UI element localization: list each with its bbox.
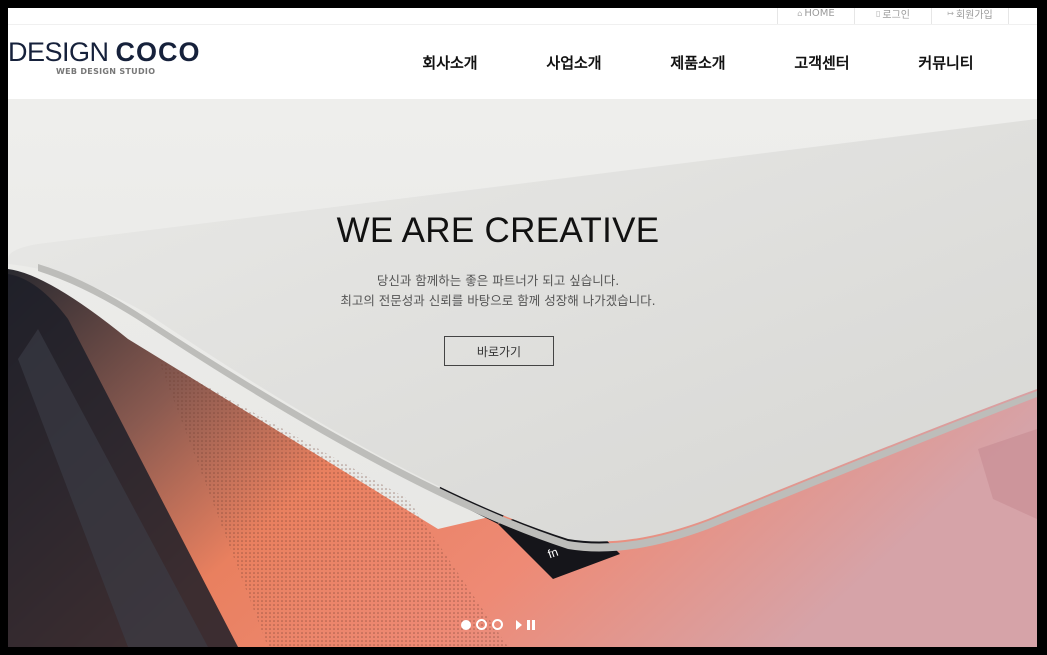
page-frame: ⌂ HOME ▯ 로그인 ↦ 회원가입 DESIGN COCO WEB DESI… [8,8,1037,647]
signup-icon: ↦ [947,8,954,18]
pause-icon[interactable] [527,619,535,630]
hero-title: WE ARE CREATIVE [336,211,660,250]
home-icon: ⌂ [797,8,803,18]
signup-link[interactable]: ↦ 회원가입 [931,8,1009,24]
logo[interactable]: DESIGN COCO WEB DESIGN STUDIO [8,37,208,76]
go-button[interactable]: 바로가기 [444,336,554,366]
nav-item-products[interactable]: 제품소개 [636,25,760,99]
slide-dot-1[interactable] [461,619,471,630]
logo-text: DESIGN COCO [8,37,208,67]
utility-links: ⌂ HOME ▯ 로그인 ↦ 회원가입 [777,8,1009,24]
utility-bar: ⌂ HOME ▯ 로그인 ↦ 회원가입 [8,8,1037,25]
lock-icon: ▯ [875,8,881,18]
signup-link-label: 회원가입 [955,9,993,21]
logo-text-light: DESIGN [8,37,116,67]
play-icon[interactable] [516,619,522,630]
main-nav: 회사소개 사업소개 제품소개 고객센터 커뮤니티 [388,25,1008,99]
hero-description: 당신과 함께하는 좋은 파트너가 되고 싶습니다. 최고의 전문성과 신뢰를 바… [8,271,988,311]
nav-item-community[interactable]: 커뮤니티 [884,25,1008,99]
hero-slider: fn WE ARE CREATIVE 당신과 함께하는 좋은 파트너가 되고 싶… [8,99,1037,647]
slide-dot-3[interactable] [492,619,503,630]
slide-dot-2[interactable] [476,619,487,630]
nav-item-support[interactable]: 고객센터 [760,25,884,99]
login-link-label: 로그인 [882,9,910,21]
login-link[interactable]: ▯ 로그인 [854,8,931,24]
hero-description-line2: 최고의 전문성과 신뢰를 바탕으로 함께 성장해 나가겠습니다. [340,293,656,308]
site-header: DESIGN COCO WEB DESIGN STUDIO 회사소개 사업소개 … [8,25,1037,99]
home-link-label: HOME [804,8,835,19]
home-link[interactable]: ⌂ HOME [777,8,854,24]
nav-item-company[interactable]: 회사소개 [388,25,512,99]
hero-laptop-image [8,119,1037,647]
slider-pager [461,619,535,630]
hero-description-line1: 당신과 함께하는 좋은 파트너가 되고 싶습니다. [376,273,620,288]
nav-item-business[interactable]: 사업소개 [512,25,636,99]
logo-subtitle: WEB DESIGN STUDIO [56,67,156,76]
logo-text-bold: COCO [115,37,201,67]
